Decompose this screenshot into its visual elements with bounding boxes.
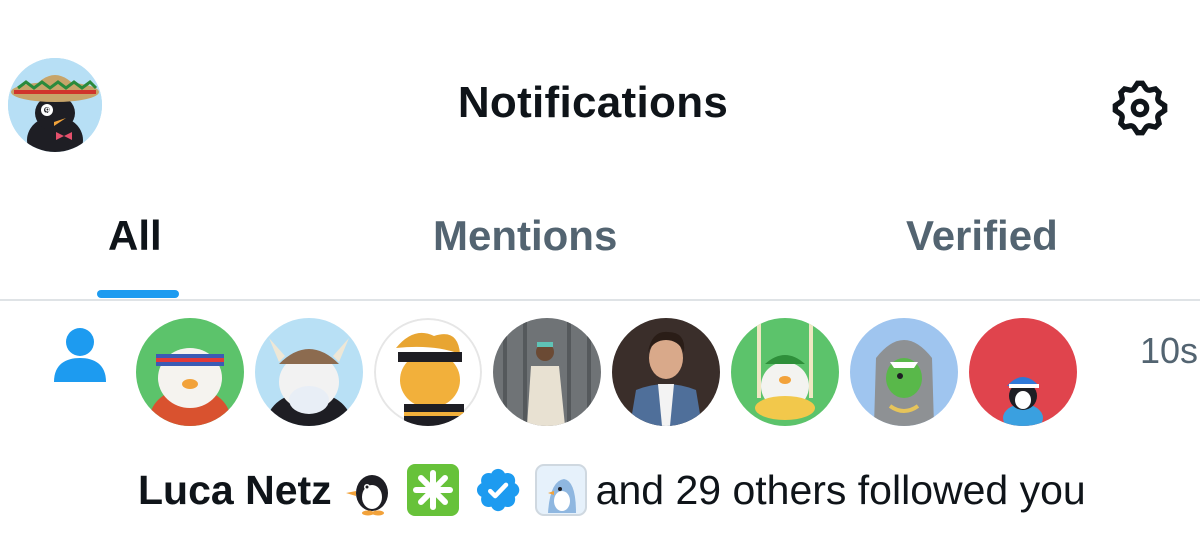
- penguin-swing-avatar-icon: [731, 318, 839, 426]
- gear-icon: [1112, 80, 1168, 136]
- notification-text: Luca Netz and 29 others followed you: [138, 462, 1086, 518]
- settings-button[interactable]: [1108, 76, 1172, 140]
- follow-notification[interactable]: 10s Luca Netz and 29 others followed you: [0, 300, 1200, 547]
- man-denim-jacket-photo-icon: [612, 318, 720, 426]
- notification-tabs: All Mentions Verified: [0, 200, 1200, 301]
- follower-avatar[interactable]: [374, 318, 482, 426]
- page-title: Notifications: [457, 78, 729, 127]
- tab-verified[interactable]: Verified: [906, 212, 1058, 272]
- follower-avatar[interactable]: [612, 318, 720, 426]
- notification-message: and 29 others followed you: [595, 466, 1086, 513]
- notification-timestamp: 10s: [1140, 330, 1199, 371]
- active-tab-indicator: [97, 290, 179, 298]
- follower-avatar[interactable]: [731, 318, 839, 426]
- header: 9 Notifications: [0, 0, 1200, 200]
- penguin-headband-avatar-icon: [136, 318, 244, 426]
- follower-name[interactable]: Luca Netz: [138, 467, 332, 514]
- verified-badge-icon: [470, 463, 524, 517]
- penguin-ninja-avatar-icon: [374, 318, 482, 426]
- follower-avatar[interactable]: [850, 318, 958, 426]
- man-white-outfit-photo-icon: [493, 318, 601, 426]
- penguin-viking-avatar-icon: [255, 318, 363, 426]
- person-icon: [50, 324, 110, 384]
- follower-avatar[interactable]: [255, 318, 363, 426]
- follower-avatar[interactable]: [493, 318, 601, 426]
- tab-mentions[interactable]: Mentions: [433, 212, 617, 272]
- penguin-badge-icon: [534, 463, 588, 517]
- penguin-red-background-avatar-icon: [969, 318, 1077, 426]
- penguin-shark-costume-avatar-icon: [850, 318, 958, 426]
- follower-avatar[interactable]: [136, 318, 244, 426]
- penguin-emoji-icon: [342, 463, 396, 517]
- tab-all[interactable]: All: [108, 212, 162, 272]
- sparkle-green-emoji-icon: [406, 463, 460, 517]
- follower-avatar[interactable]: [969, 318, 1077, 426]
